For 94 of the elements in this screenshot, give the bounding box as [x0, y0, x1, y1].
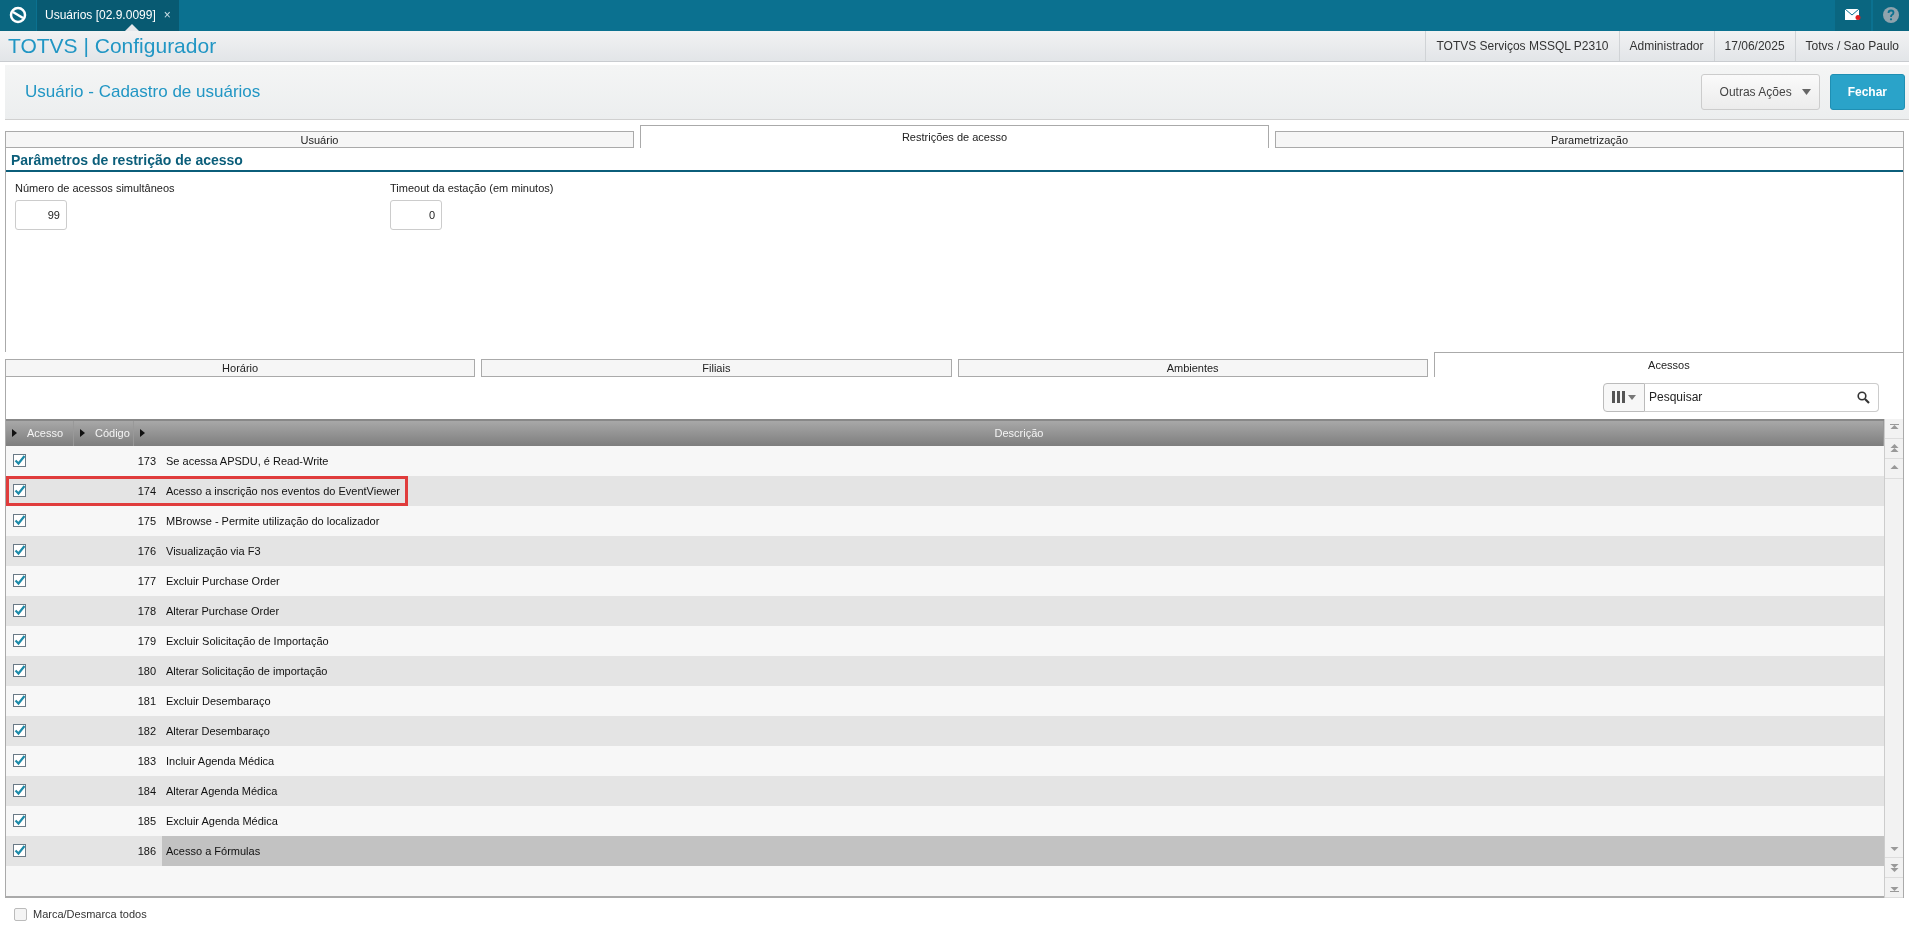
table-row[interactable]: 181 Excluir Desembaraço: [6, 686, 1884, 716]
table-cell-text: 181: [136, 694, 157, 709]
checkbox[interactable]: [13, 484, 26, 498]
header-info: 17/06/2025: [1713, 30, 1795, 61]
table-cell-text: Excluir Purchase Order: [165, 574, 281, 589]
table-cell-text: 175: [136, 514, 157, 529]
field-label: Timeout da estação (em minutos): [390, 182, 555, 195]
mail-icon[interactable]: [1845, 9, 1861, 22]
table-row[interactable]: 177 Excluir Purchase Order: [6, 566, 1884, 596]
column-arrow-icon: [12, 429, 17, 438]
close-icon[interactable]: ×: [163, 8, 171, 23]
column-arrow-icon: [140, 429, 145, 438]
scroll-down-icon[interactable]: [1889, 862, 1899, 873]
table-row[interactable]: 180 Alterar Solicitação de importação: [6, 656, 1884, 686]
tab[interactable]: Acessos: [1433, 352, 1904, 377]
table-row[interactable]: 179 Excluir Solicitação de Importação: [6, 626, 1884, 656]
table-cell-text: Alterar Purchase Order: [165, 604, 281, 619]
table-row[interactable]: 174 Acesso a inscrição nos eventos do EventViewer: [6, 476, 1884, 506]
help-icon[interactable]: [1883, 7, 1899, 24]
table-cell-text: 176: [136, 544, 157, 559]
app-title: TOTVS | Configurador: [7, 33, 217, 58]
table-cell-text: Acesso a inscrição nos eventos do EventViewer: [165, 484, 401, 499]
tab[interactable]: Restrições de acesso: [640, 125, 1269, 149]
window-tab[interactable]: Usuários [02.9.0099] ×: [37, 0, 179, 31]
checkbox[interactable]: [13, 604, 26, 618]
table-row[interactable]: 183 Incluir Agenda Médica: [6, 746, 1884, 776]
columns-button[interactable]: [1603, 383, 1645, 412]
table-cell-text: Incluir Agenda Médica: [165, 754, 276, 769]
search-field[interactable]: Pesquisar: [1645, 383, 1879, 412]
table-cell-text: 182: [136, 724, 157, 739]
checkbox-label: Marca/Desmarca todos: [33, 908, 147, 921]
table-row[interactable]: 186 Acesso a Fórmulas: [6, 836, 1884, 866]
columns-icon: [1612, 391, 1625, 404]
table-cell-text: 174: [136, 484, 157, 499]
page-title: Usuário - Cadastro de usuários: [25, 82, 261, 103]
table-cell-text: Excluir Solicitação de Importação: [165, 634, 330, 649]
checkbox[interactable]: [13, 544, 26, 558]
tab[interactable]: Horário: [5, 358, 476, 377]
tab[interactable]: Usuário: [5, 131, 634, 149]
checkbox[interactable]: [13, 664, 26, 678]
table-cell-text: Alterar Solicitação de importação: [165, 664, 329, 679]
field-label: Número de acessos simultâneos: [15, 182, 176, 195]
checkbox[interactable]: [13, 514, 26, 528]
search-icon[interactable]: [1857, 391, 1870, 404]
table-row[interactable]: 175 MBrowse - Permite utilização do localizador: [6, 506, 1884, 536]
table-cell-text: 179: [136, 634, 157, 649]
section-title: Parâmetros de restrição de acesso: [6, 148, 1903, 173]
table-row[interactable]: 176 Visualização via F3: [6, 536, 1884, 566]
number-field[interactable]: 99: [15, 200, 67, 231]
scroll-up-icon[interactable]: [1889, 443, 1899, 454]
table-cell-text: Excluir Desembaraço: [165, 694, 272, 709]
checkbox[interactable]: [13, 694, 26, 708]
table-cell-text: 178: [136, 604, 157, 619]
table-cell-text: Alterar Agenda Médica: [165, 784, 279, 799]
header-info: Administrador: [1618, 30, 1714, 61]
caret-icon: [1801, 89, 1811, 96]
table-cell-text: 173: [136, 454, 157, 469]
table-row[interactable]: 184 Alterar Agenda Médica: [6, 776, 1884, 806]
checkbox[interactable]: [13, 454, 26, 468]
table-cell-text: 186: [136, 844, 157, 859]
actions-dropdown[interactable]: Outras Ações: [1700, 74, 1820, 111]
number-field[interactable]: 0: [390, 200, 442, 231]
header-info: TOTVS Serviços MSSQL P2310: [1425, 30, 1619, 61]
checkbox[interactable]: [13, 754, 26, 768]
table-cell: Acesso a Fórmulas: [162, 836, 1884, 866]
checkbox[interactable]: [13, 724, 26, 738]
checkbox[interactable]: [13, 634, 26, 648]
table-cell-text: 184: [136, 784, 157, 799]
table-row[interactable]: 178 Alterar Purchase Order: [6, 596, 1884, 626]
column-arrow-icon: [80, 429, 85, 438]
tab-title: Usuários [02.9.0099]: [45, 8, 156, 23]
tab[interactable]: Parametrização: [1275, 131, 1904, 149]
table-row[interactable]: 182 Alterar Desembaraço: [6, 716, 1884, 746]
checkbox[interactable]: [14, 908, 27, 921]
tab[interactable]: Filiais: [481, 358, 952, 377]
checkbox[interactable]: [13, 784, 26, 798]
table-cell-text: Excluir Agenda Médica: [165, 814, 279, 829]
checkbox[interactable]: [13, 844, 26, 858]
table-cell-text: Alterar Desembaraço: [165, 724, 271, 739]
caret-icon: [1628, 395, 1636, 400]
table-cell-text: 180: [136, 664, 157, 679]
table-cell-text: Visualização via F3: [165, 544, 262, 559]
table-row[interactable]: 185 Excluir Agenda Médica: [6, 806, 1884, 836]
logo-icon[interactable]: [9, 6, 27, 25]
header-info: Totvs / Sao Paulo: [1794, 30, 1909, 61]
table-cell-text: Se acessa APSDU, é Read-Write: [165, 454, 330, 469]
table-cell-text: 185: [136, 814, 157, 829]
tab[interactable]: Ambientes: [957, 358, 1428, 377]
table-row[interactable]: 173 Se acessa APSDU, é Read-Write: [6, 446, 1884, 476]
table-cell-text: 177: [136, 574, 157, 589]
table-cell-text: 183: [136, 754, 157, 769]
checkbox[interactable]: [13, 574, 26, 588]
table-cell-text: MBrowse - Permite utilização do localizador: [165, 514, 381, 529]
checkbox[interactable]: [13, 814, 26, 828]
